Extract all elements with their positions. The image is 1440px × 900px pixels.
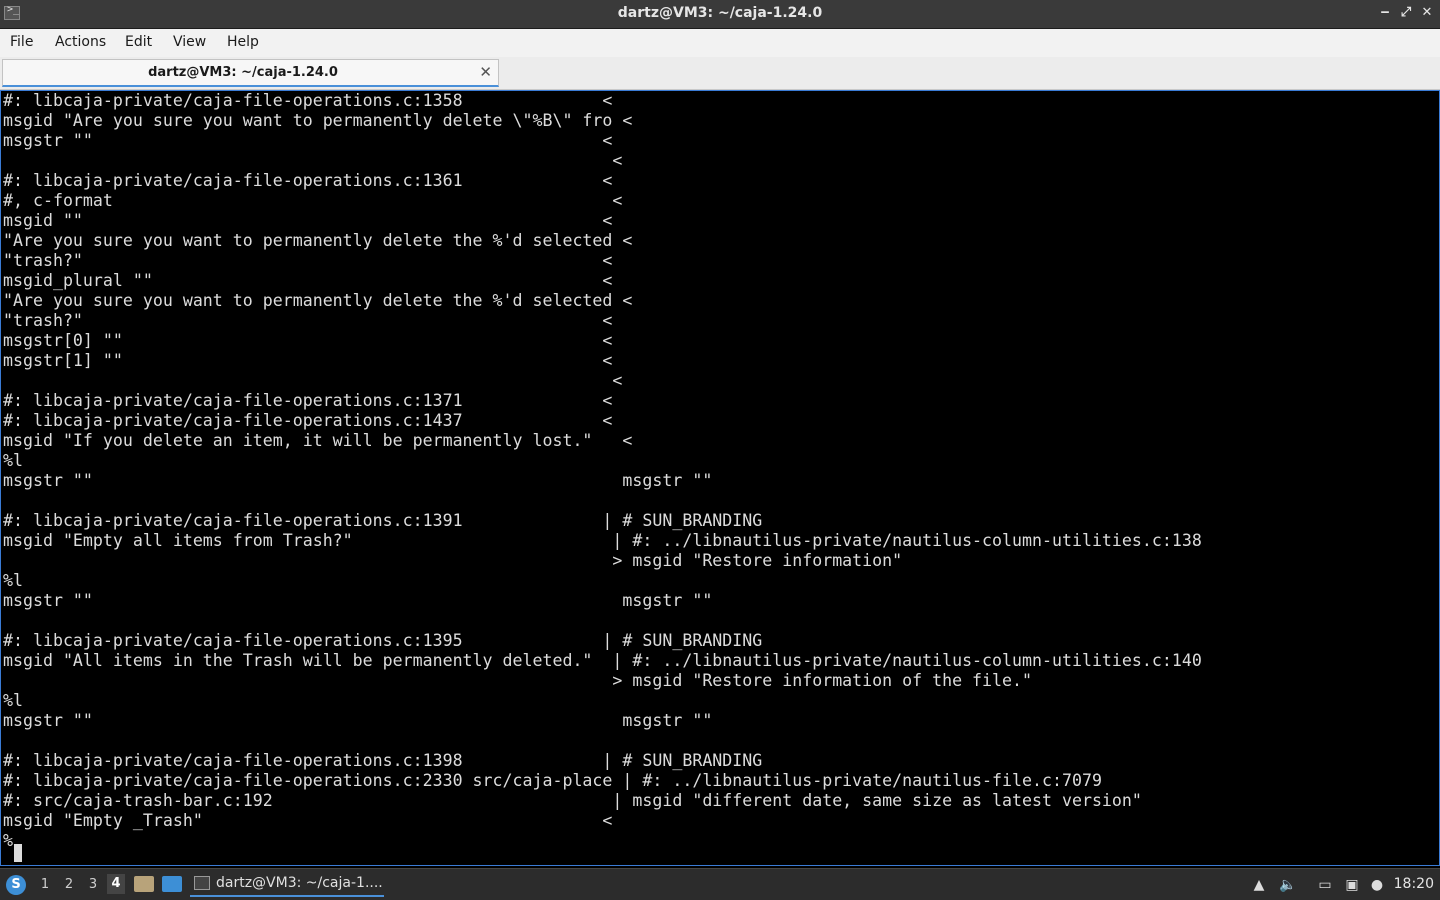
menu-help[interactable]: Help <box>227 34 259 50</box>
terminal-icon <box>194 876 210 890</box>
maximize-button[interactable]: ⤢ <box>1397 4 1415 22</box>
terminal-line: #: libcaja-private/caja-file-operations.… <box>3 91 613 110</box>
tab-terminal[interactable]: dartz@VM3: ~/caja-1.24.0 ✕ <box>2 59 499 87</box>
terminal-line: #: libcaja-private/caja-file-operations.… <box>3 771 1102 790</box>
tab-label: dartz@VM3: ~/caja-1.24.0 <box>148 65 338 80</box>
taskbar: S 1 2 3 4 dartz@VM3: ~/caja-1.... ▲ 🔈 ▭ … <box>0 868 1440 900</box>
window-title: dartz@VM3: ~/caja-1.24.0 <box>617 5 823 21</box>
terminal-line: %l <box>3 571 23 590</box>
terminal-line: msgid "Empty _Trash" < <box>3 811 613 830</box>
menu-view[interactable]: View <box>173 34 206 50</box>
task-label: dartz@VM3: ~/caja-1.... <box>216 875 383 891</box>
terminal-line: #: libcaja-private/caja-file-operations.… <box>3 511 763 530</box>
workspace-2[interactable]: 2 <box>60 877 78 892</box>
terminal-line: "Are you sure you want to permanently de… <box>3 231 633 250</box>
terminal-line: > msgid "Restore information" <box>3 551 903 570</box>
file-manager-icon[interactable] <box>134 876 154 892</box>
terminal-line: %l <box>3 691 23 710</box>
terminal-line: #, c-format < <box>3 191 623 210</box>
terminal-line: #: libcaja-private/caja-file-operations.… <box>3 751 763 770</box>
notification-icon[interactable]: ● <box>1368 876 1386 894</box>
tab-close-icon[interactable]: ✕ <box>479 63 492 81</box>
network-icon[interactable]: ▣ <box>1343 876 1361 894</box>
taskbar-task-terminal[interactable]: dartz@VM3: ~/caja-1.... <box>190 872 384 897</box>
menu-actions[interactable]: Actions <box>55 34 106 50</box>
terminal-line: #: src/caja-trash-bar.c:192 | msgid "dif… <box>3 791 1142 810</box>
terminal-line: msgid_plural "" < <box>3 271 613 290</box>
terminal-line: msgstr "" msgstr "" <box>3 711 713 730</box>
terminal-line: msgid "" < <box>3 211 613 230</box>
clock: 18:20 <box>1393 876 1434 892</box>
terminal-line: msgstr[0] "" < <box>3 331 613 350</box>
terminal-line: "trash?" < <box>3 251 613 270</box>
terminal-line: msgid "Are you sure you want to permanen… <box>3 111 633 130</box>
terminal-line: msgid "Empty all items from Trash?" | #:… <box>3 531 1202 550</box>
terminal-line: < <box>3 151 623 170</box>
menu-file[interactable]: File <box>10 34 33 50</box>
terminal-output[interactable]: #: libcaja-private/caja-file-operations.… <box>0 90 1440 866</box>
tab-bar: dartz@VM3: ~/caja-1.24.0 ✕ <box>0 57 1440 90</box>
menu-edit[interactable]: Edit <box>125 34 152 50</box>
terminal-line: msgstr "" msgstr "" <box>3 471 713 490</box>
window-titlebar[interactable]: >_ dartz@VM3: ~/caja-1.24.0 ‒ ⤢ ✕ <box>0 0 1440 29</box>
terminal-line: #: libcaja-private/caja-file-operations.… <box>3 391 613 410</box>
terminal-line: msgstr "" < <box>3 131 613 150</box>
terminal-line: "trash?" < <box>3 311 613 330</box>
clipboard-icon[interactable]: ▭ <box>1316 876 1334 894</box>
workspace-4[interactable]: 4 <box>107 874 125 894</box>
workspace-3[interactable]: 3 <box>84 877 102 892</box>
terminal-line: #: libcaja-private/caja-file-operations.… <box>3 631 763 650</box>
terminal-line: msgstr[1] "" < <box>3 351 613 370</box>
start-menu-icon[interactable]: S <box>6 875 26 895</box>
minimize-button[interactable]: ‒ <box>1376 4 1394 22</box>
terminal-line: #: libcaja-private/caja-file-operations.… <box>3 171 613 190</box>
menu-bar: File Actions Edit View Help <box>0 29 1440 58</box>
terminal-cursor <box>14 844 22 862</box>
show-desktop-icon[interactable] <box>162 876 182 892</box>
terminal-line: "Are you sure you want to permanently de… <box>3 291 633 310</box>
terminal-line: #: libcaja-private/caja-file-operations.… <box>3 411 613 430</box>
terminal-line: %l <box>3 451 23 470</box>
workspace-1[interactable]: 1 <box>36 877 54 892</box>
close-button[interactable]: ✕ <box>1418 4 1436 22</box>
terminal-line: msgid "If you delete an item, it will be… <box>3 431 633 450</box>
terminal-line: > msgid "Restore information of the file… <box>3 671 1032 690</box>
volume-icon[interactable]: 🔈 <box>1279 876 1297 894</box>
terminal-line: msgstr "" msgstr "" <box>3 591 713 610</box>
terminal-line: < <box>3 371 623 390</box>
update-icon[interactable]: ▲ <box>1250 876 1268 894</box>
terminal-line: % <box>3 831 13 850</box>
terminal-line: msgid "All items in the Trash will be pe… <box>3 651 1202 670</box>
